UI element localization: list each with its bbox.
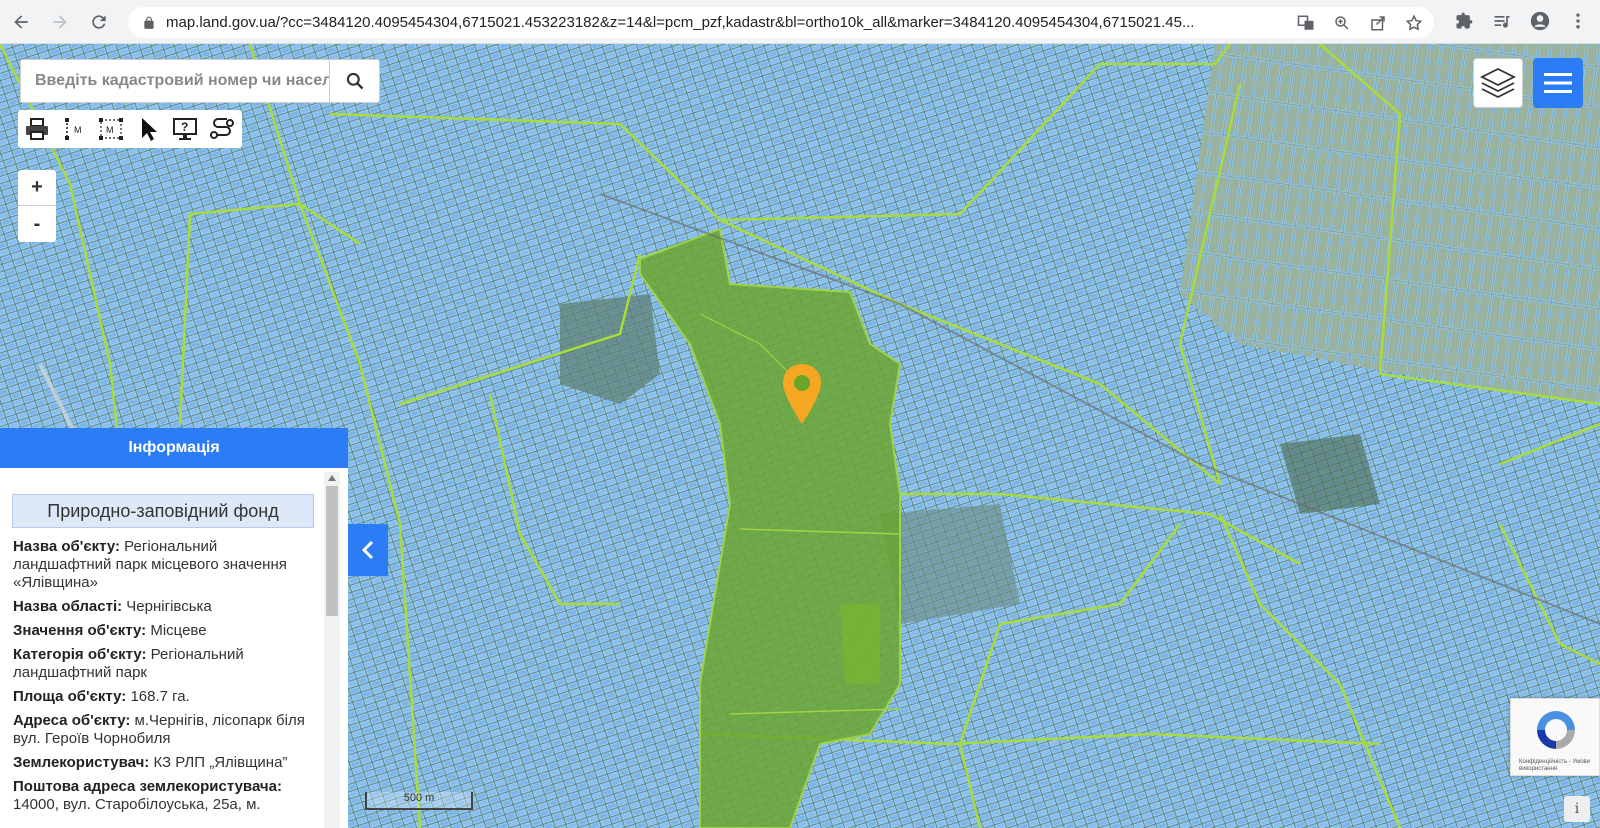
address-bar[interactable]: map.land.gov.ua/?cc=3484120.4095454304,6… (128, 7, 1434, 38)
scroll-thumb[interactable] (326, 486, 338, 616)
field-category: Категорія об'єкту: Регіональний ландшафт… (13, 646, 313, 682)
field-label: Землекористувач: (13, 754, 150, 771)
menu-button[interactable] (1533, 58, 1583, 108)
layers-icon (1479, 67, 1517, 99)
field-label: Поштова адреса землекористувача: (13, 778, 282, 795)
field-label: Площа об'єкту: (13, 688, 127, 705)
info-panel-header: Інформація (0, 428, 348, 468)
identify-tool[interactable]: ? (166, 110, 203, 148)
zoom-icon[interactable] (1330, 11, 1354, 35)
map-canvas[interactable]: M M ? + - Інформація (0, 44, 1600, 828)
field-significance: Значення об'єкту: Місцеве (13, 622, 313, 640)
hamburger-icon (1544, 73, 1572, 93)
field-object-name: Назва об'єкту: Регіональний ландшафтний … (13, 538, 313, 592)
profile-avatar-icon[interactable] (1528, 8, 1552, 34)
scroll-up-icon[interactable] (328, 475, 336, 481)
measure-area-tool[interactable]: M (92, 110, 129, 148)
field-land-user: Землекористувач: КЗ РЛП „Ялівщина” (13, 754, 313, 772)
field-value: КЗ РЛП „Ялівщина” (153, 754, 288, 771)
browser-menu-icon[interactable] (1566, 8, 1590, 34)
field-label: Категорія об'єкту: (13, 646, 147, 663)
zoom-control: + - (18, 170, 56, 242)
scale-label: 500 m (403, 792, 435, 804)
location-marker-icon[interactable] (780, 362, 824, 428)
reload-button[interactable] (81, 4, 117, 40)
zoom-in-button[interactable]: + (18, 170, 56, 206)
measure-length-tool[interactable]: M (55, 110, 92, 148)
field-postal-address: Поштова адреса землекористувача: 14000, … (13, 778, 313, 814)
field-address: Адреса об'єкту: м.Чернігів, лісопарк біл… (13, 712, 313, 748)
measure-area-icon: M (98, 118, 123, 140)
info-panel: Інформація Природно-заповідний фонд Назв… (0, 428, 348, 828)
svg-text:M: M (106, 125, 114, 135)
lock-icon (144, 16, 154, 29)
search-button[interactable] (329, 60, 379, 102)
field-value: 168.7 га. (130, 688, 190, 705)
chevron-left-icon (361, 540, 374, 560)
printer-icon (25, 118, 48, 140)
cursor-arrow-icon (141, 118, 157, 141)
forward-arrow-icon (53, 14, 67, 29)
recaptcha-text: Конфіденційність - Умови використання (1519, 759, 1591, 772)
info-fields: Назва об'єкту: Регіональний ландшафтний … (13, 538, 313, 814)
info-icon[interactable]: i (1564, 796, 1590, 822)
recaptcha-icon (1537, 711, 1575, 749)
monitor-question-icon: ? (172, 118, 197, 140)
forward-button[interactable] (42, 4, 78, 40)
extensions-icon[interactable] (1452, 8, 1476, 34)
route-icon (209, 118, 234, 139)
field-label: Назва області: (13, 598, 123, 615)
map-tools: M M ? (18, 110, 242, 148)
print-tool[interactable] (18, 110, 55, 148)
info-panel-title: Природно-заповідний фонд (12, 494, 314, 528)
cadastre-search (20, 59, 380, 103)
collapse-panel-button[interactable] (348, 524, 388, 576)
field-area: Площа об'єкту: 168.7 га. (13, 688, 313, 706)
media-control-icon[interactable] (1490, 8, 1514, 34)
field-value: Чернігівська (126, 598, 212, 615)
field-value: 14000, вул. Старобілоуська, 25а, м. (13, 796, 261, 813)
svg-text:M: M (74, 125, 82, 135)
translate-icon[interactable] (1294, 11, 1318, 35)
bookmark-star-icon[interactable] (1402, 11, 1426, 35)
zoom-out-button[interactable]: - (18, 206, 56, 242)
field-value: Місцеве (150, 622, 207, 639)
field-label: Назва об'єкту: (13, 538, 120, 555)
scale-bar: 500 m (365, 792, 473, 810)
back-arrow-icon (14, 14, 28, 29)
back-button[interactable] (3, 4, 39, 40)
route-tool[interactable] (203, 110, 240, 148)
url-text: map.land.gov.ua/?cc=3484120.4095454304,6… (166, 14, 1195, 31)
reload-icon (92, 14, 106, 29)
share-icon[interactable] (1366, 11, 1390, 35)
field-label: Значення об'єкту: (13, 622, 147, 639)
field-label: Адреса об'єкту: (13, 712, 131, 729)
svg-text:?: ? (181, 120, 188, 134)
layers-button[interactable] (1473, 58, 1523, 108)
browser-toolbar: map.land.gov.ua/?cc=3484120.4095454304,6… (0, 0, 1600, 44)
search-input[interactable] (21, 60, 330, 102)
info-scrollbar[interactable] (324, 472, 340, 828)
recaptcha-badge[interactable]: Конфіденційність - Умови використання (1510, 698, 1600, 776)
info-panel-body: Природно-заповідний фонд Назва об'єкту: … (0, 468, 348, 828)
search-icon (346, 72, 363, 90)
field-region: Назва області: Чернігівська (13, 598, 313, 616)
measure-length-icon: M (64, 118, 82, 140)
select-tool[interactable] (129, 110, 166, 148)
